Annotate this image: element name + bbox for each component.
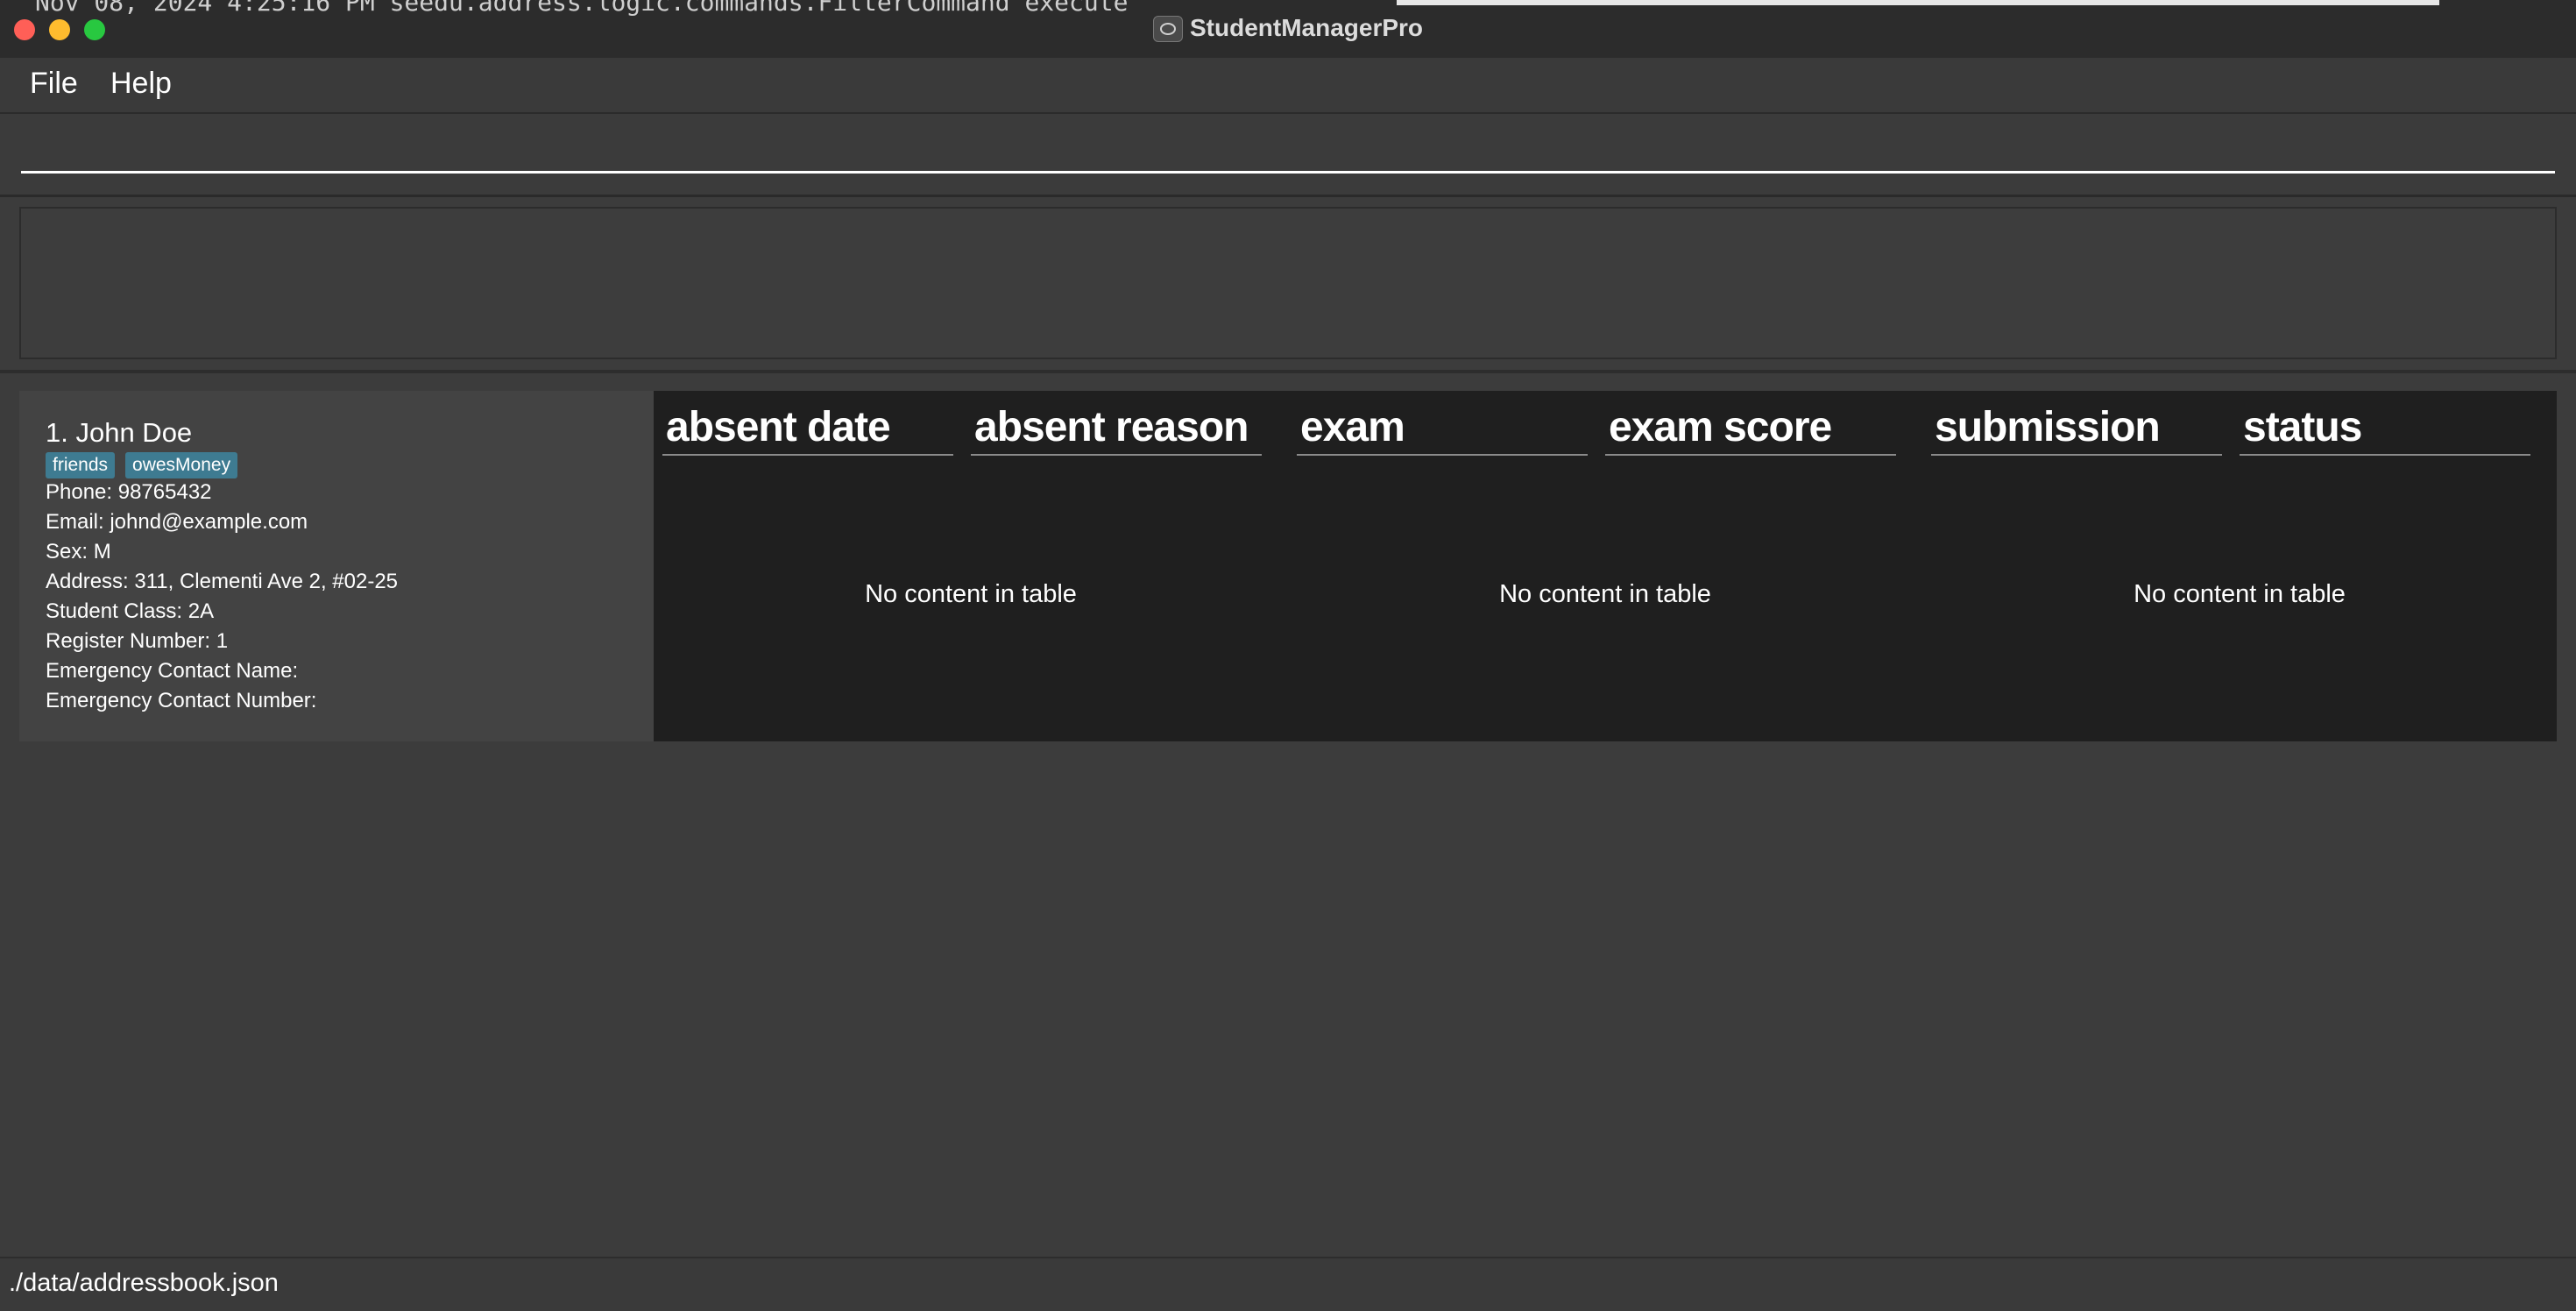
background-terminal-text: Nov 08, 2024 4:25:16 PM seedu.address.lo…: [35, 0, 1129, 17]
title-bar: Nov 08, 2024 4:25:16 PM seedu.address.lo…: [0, 0, 2576, 59]
person-card[interactable]: 1. John Doe friends owesMoney Phone: 987…: [19, 391, 654, 741]
window-title: StudentManagerPro: [1190, 14, 1424, 41]
column-header-submission[interactable]: submission: [1931, 403, 2222, 456]
app-logo-icon: [1153, 16, 1183, 42]
person-name: 1. John Doe: [46, 417, 193, 448]
tag-friends: friends: [46, 452, 116, 478]
panel-divider: [0, 370, 2576, 373]
tag-list: friends owesMoney: [46, 452, 238, 478]
command-box: [0, 114, 2576, 197]
menu-file[interactable]: File: [30, 67, 78, 101]
column-header-exam-score[interactable]: exam score: [1605, 403, 1896, 456]
emergency-contact-name-field: Emergency Contact Name:: [46, 659, 299, 683]
column-header-exam[interactable]: exam: [1297, 403, 1588, 456]
close-window-button[interactable]: [14, 19, 35, 40]
attendance-table-empty-text: No content in table: [865, 580, 1077, 608]
student-class-field: Student Class: 2A: [46, 599, 215, 623]
background-window-edge: [1397, 0, 2439, 5]
column-header-status[interactable]: status: [2240, 403, 2530, 456]
minimize-window-button[interactable]: [49, 19, 70, 40]
address-field: Address: 311, Clementi Ave 2, #02-25: [46, 570, 399, 593]
tag-owes-money: owesMoney: [125, 452, 238, 478]
command-input[interactable]: [21, 135, 2555, 174]
register-number-field: Register Number: 1: [46, 629, 229, 653]
app-window: Nov 08, 2024 4:25:16 PM seedu.address.lo…: [0, 0, 2576, 1311]
exams-table-empty-text: No content in table: [1499, 580, 1711, 608]
result-display[interactable]: [19, 207, 2557, 359]
menu-bar: File Help: [0, 58, 2576, 114]
sex-field: Sex: M: [46, 540, 111, 563]
records-tables-panel: absent date absent reason No content in …: [654, 391, 2557, 741]
phone-field: Phone: 98765432: [46, 480, 212, 504]
status-bar: ./data/addressbook.json: [0, 1257, 2576, 1311]
column-header-absent-date[interactable]: absent date: [662, 403, 953, 456]
submissions-table-empty-text: No content in table: [2134, 580, 2346, 608]
email-field: Email: johnd@example.com: [46, 510, 308, 534]
menu-help[interactable]: Help: [110, 67, 172, 101]
maximize-window-button[interactable]: [84, 19, 105, 40]
column-header-absent-reason[interactable]: absent reason: [971, 403, 1262, 456]
data-file-path: ./data/addressbook.json: [9, 1269, 279, 1297]
emergency-contact-number-field: Emergency Contact Number:: [46, 689, 317, 712]
